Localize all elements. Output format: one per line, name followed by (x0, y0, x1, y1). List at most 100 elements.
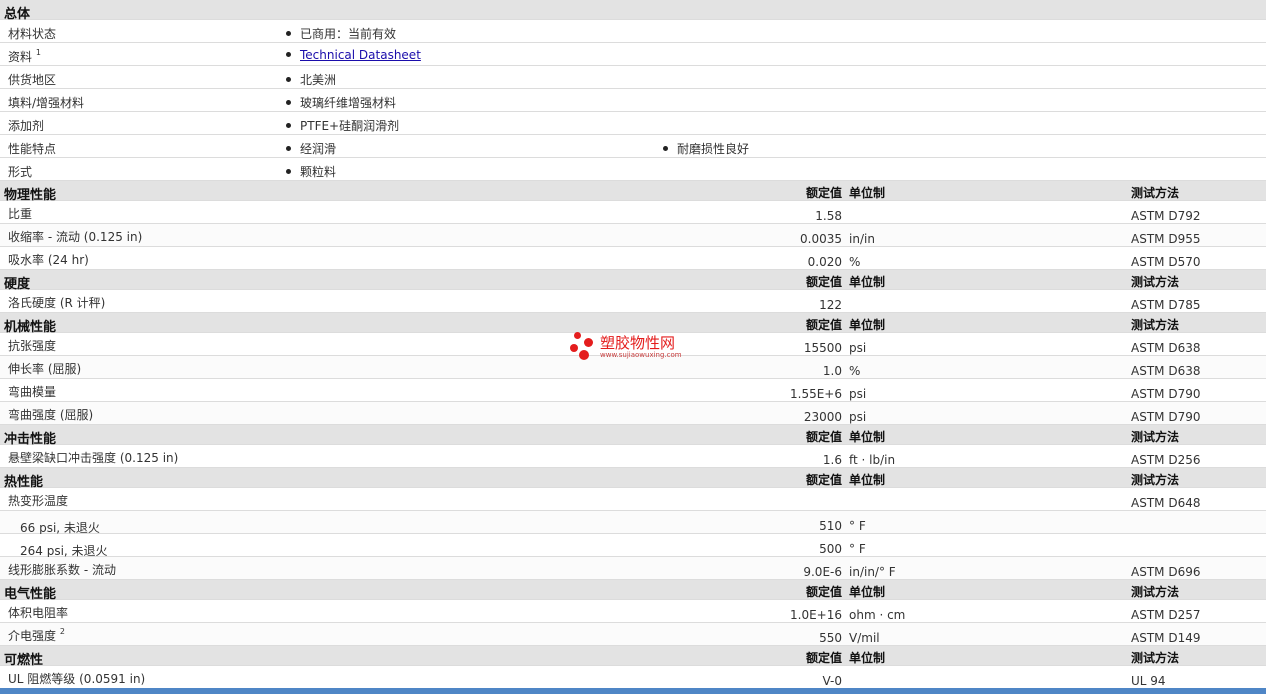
property-value: 15500 (803, 341, 842, 355)
column-header-test: 测试方法 (1131, 651, 1180, 665)
property-label: 抗张强度 (8, 337, 56, 354)
property-sections: 物理性能 额定值 单位制 测试方法 比重 1.58 ASTM D792 收缩率 - 流动 (0… (0, 181, 1266, 689)
property-label: 体积电阻率 (8, 604, 68, 621)
property-name: 体积电阻率 (8, 606, 69, 620)
column-header-value: 额定值 (805, 585, 842, 599)
column-header-unit: 单位制 (849, 473, 886, 487)
bullet-icon (286, 169, 291, 174)
section-header: 热性能 额定值 单位制 测试方法 (0, 468, 1266, 490)
general-value-text: 已商用：当前有效 (300, 27, 397, 41)
property-test-method: ASTM D638 (1131, 364, 1201, 378)
property-name: 比重 (8, 207, 33, 221)
general-value: Technical Datasheet (286, 48, 421, 62)
bottom-scroll-bar[interactable] (0, 688, 1266, 694)
bullet-icon (286, 100, 291, 105)
general-label: 资料 1 (8, 48, 41, 65)
property-test-method: ASTM D785 (1131, 298, 1201, 312)
bullet-icon (286, 146, 291, 151)
column-header-value: 额定值 (805, 473, 842, 487)
general-value-text: 经润滑 (300, 142, 337, 156)
section-header-general: 总体 (0, 0, 1266, 22)
property-unit: ft · lb/in (849, 453, 896, 467)
column-header-test: 测试方法 (1131, 585, 1180, 599)
property-test-method: ASTM D696 (1131, 565, 1201, 579)
property-row: 洛氏硬度 (R 计秤) 122 ASTM D785 (0, 290, 1266, 313)
column-header-unit: 单位制 (849, 585, 886, 599)
property-test-method: ASTM D149 (1131, 631, 1201, 645)
property-value: 9.0E-6 (803, 565, 842, 579)
logo-dot (574, 332, 581, 339)
general-value-text: 玻璃纤维增强材料 (300, 96, 397, 110)
property-label: 吸水率 (24 hr) (8, 251, 89, 268)
property-label: 洛氏硬度 (R 计秤) (8, 294, 105, 311)
property-name: 吸水率 (8, 253, 45, 267)
property-name: 线形膨胀系数 - 流动 (8, 563, 116, 577)
general-value-text: 北美洲 (300, 73, 337, 87)
property-value: 550 (819, 631, 842, 645)
property-unit: % (849, 255, 861, 269)
column-header-unit: 单位制 (849, 430, 886, 444)
watermark-logo: 塑胶物性网 www.sujiaowuxing.com (570, 330, 700, 365)
property-name: 弯曲强度 (8, 408, 57, 422)
general-value: 颗粒料 (286, 163, 336, 180)
general-label-text: 形式 (8, 165, 33, 179)
property-test-method: ASTM D570 (1131, 255, 1201, 269)
general-value-text: 颗粒料 (300, 165, 337, 179)
property-unit: ° F (849, 542, 866, 556)
general-row: 填料/增强材料 玻璃纤维增强材料 (0, 89, 1266, 112)
general-row: 供货地区 北美洲 (0, 66, 1266, 89)
property-unit: V/mil (849, 631, 880, 645)
column-header-value: 额定值 (805, 318, 842, 332)
property-condition: (0.125 in) (119, 451, 179, 465)
property-label: 伸长率 (屈服) (8, 360, 81, 377)
property-unit: in/in/° F (849, 565, 896, 579)
property-row: UL 阻燃等级 (0.0591 in) V-0 UL 94 (0, 666, 1266, 689)
property-test-method: ASTM D648 (1131, 496, 1201, 510)
general-label: 填料/增强材料 (8, 94, 84, 111)
property-label: 线形膨胀系数 - 流动 (8, 561, 116, 578)
property-label: 比重 (8, 205, 32, 222)
property-unit: psi (849, 341, 867, 355)
bullet-icon (663, 146, 668, 151)
general-label-text: 供货地区 (8, 73, 57, 87)
property-test-method: UL 94 (1131, 674, 1166, 688)
property-row: 66 psi, 未退火 510 ° F (0, 511, 1266, 535)
property-name: 介电强度 (8, 629, 57, 643)
section-header: 冲击性能 额定值 单位制 测试方法 (0, 425, 1266, 447)
property-label: 悬壁梁缺口冲击强度 (0.125 in) (8, 449, 178, 466)
general-label-text: 资料 (8, 50, 33, 64)
property-name: 热变形温度 (8, 494, 69, 508)
property-test-method: ASTM D790 (1131, 410, 1201, 424)
general-label: 添加剂 (8, 117, 44, 134)
property-row: 悬壁梁缺口冲击强度 (0.125 in) 1.6 ft · lb/in ASTM D2… (0, 445, 1266, 468)
column-header-unit: 单位制 (849, 651, 886, 665)
general-value: 玻璃纤维增强材料 (286, 94, 396, 111)
property-value: 1.55E+6 (790, 387, 842, 401)
section-header: 电气性能 额定值 单位制 测试方法 (0, 580, 1266, 602)
column-header-unit: 单位制 (849, 318, 886, 332)
property-name: 悬壁梁缺口冲击强度 (8, 451, 117, 465)
footnote-marker: 1 (35, 48, 41, 57)
property-row: 弯曲模量 1.55E+6 psi ASTM D790 (0, 379, 1266, 402)
property-unit: psi (849, 387, 867, 401)
property-unit: psi (849, 410, 867, 424)
property-value: 23000 (803, 410, 842, 424)
property-row: 比重 1.58 ASTM D792 (0, 201, 1266, 224)
property-value: 1.6 (822, 453, 842, 467)
column-header-value: 额定值 (805, 275, 842, 289)
general-row: 材料状态 已商用：当前有效 (0, 20, 1266, 43)
property-condition: (0.125 in) (83, 230, 143, 244)
general-value-text: 耐磨损性良好 (677, 142, 750, 156)
property-test-method: ASTM D257 (1131, 608, 1201, 622)
general-label-text: 材料状态 (8, 27, 57, 41)
general-label: 供货地区 (8, 71, 56, 88)
property-value: 1.0 (822, 364, 842, 378)
datasheet-link[interactable]: Technical Datasheet (300, 48, 421, 62)
property-row: 线形膨胀系数 - 流动 9.0E-6 in/in/° F ASTM D696 (0, 557, 1266, 580)
column-header-test: 测试方法 (1131, 318, 1180, 332)
property-name: 收缩率 - 流动 (8, 230, 80, 244)
property-label: 弯曲强度 (屈服) (8, 406, 93, 423)
property-test-method: ASTM D638 (1131, 341, 1201, 355)
property-condition: (屈服) (59, 408, 94, 422)
column-header-test: 测试方法 (1131, 473, 1180, 487)
